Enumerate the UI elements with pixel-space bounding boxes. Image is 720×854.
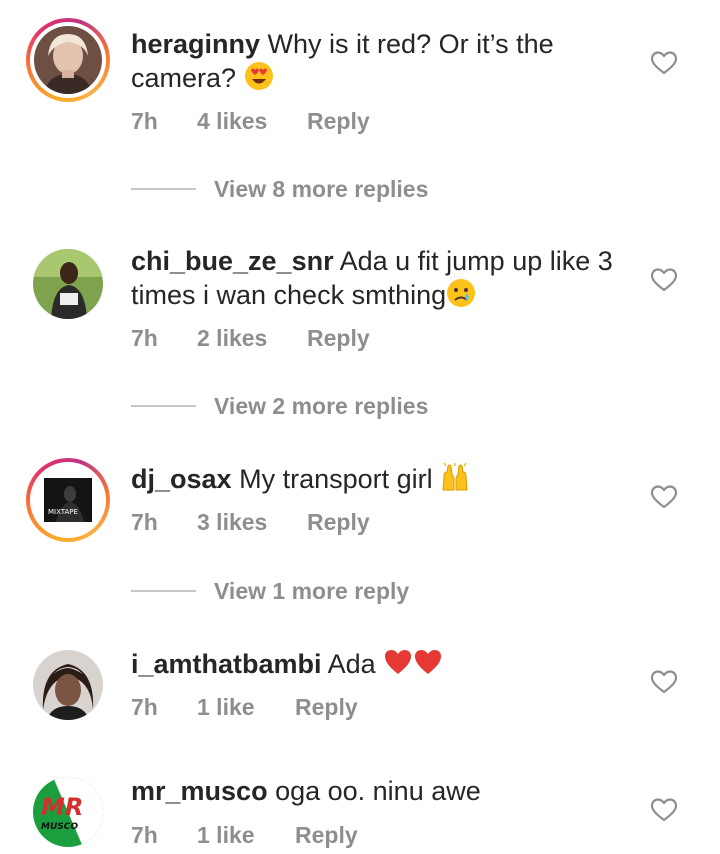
comment-time: 7h xyxy=(131,108,158,134)
comment-username[interactable]: dj_osax xyxy=(131,464,232,494)
comment-body: oga oo. ninu awe xyxy=(275,776,481,806)
heart-outline-icon[interactable] xyxy=(651,485,677,509)
avatar-image xyxy=(33,650,103,720)
comment-meta: 7h 4 likes Reply xyxy=(131,108,370,135)
likes-count[interactable]: 1 like xyxy=(197,822,295,849)
avatar-image xyxy=(33,249,103,319)
heart-outline-icon[interactable] xyxy=(651,670,677,694)
avatar[interactable]: MR MUSCO xyxy=(26,770,110,854)
comment-meta: 7h 3 likes Reply xyxy=(131,509,370,536)
red-heart-emoji xyxy=(413,647,443,677)
comment-meta: 7h 2 likes Reply xyxy=(131,325,370,352)
comment-text: dj_osax My transport girl xyxy=(131,462,631,496)
avatar[interactable] xyxy=(26,18,110,102)
divider-line xyxy=(131,188,196,190)
comment-body: My transport girl xyxy=(239,464,433,494)
comment-text: i_amthatbambi Ada xyxy=(131,647,631,681)
avatar-label: MIXTAPE xyxy=(48,508,78,516)
avatar[interactable] xyxy=(26,643,110,727)
comment-text: heraginny Why is it red? Or it’s the cam… xyxy=(131,28,631,95)
reply-button[interactable]: Reply xyxy=(307,108,370,135)
comment-meta: 7h 1 like Reply xyxy=(131,694,358,721)
view-more-label[interactable]: View 1 more reply xyxy=(214,578,409,605)
comment-username[interactable]: chi_bue_ze_snr xyxy=(131,246,334,276)
comment-meta: 7h 1 like Reply xyxy=(131,822,358,849)
likes-count[interactable]: 3 likes xyxy=(197,509,307,536)
crying-face-emoji xyxy=(446,278,476,308)
heart-outline-icon[interactable] xyxy=(651,268,677,292)
heart-outline-icon[interactable] xyxy=(651,798,677,822)
view-more-label[interactable]: View 8 more replies xyxy=(214,176,428,203)
reply-button[interactable]: Reply xyxy=(307,509,370,536)
raising-hands-emoji xyxy=(440,462,470,492)
avatar-sublabel: MUSCO xyxy=(41,822,78,832)
avatar-image xyxy=(34,26,102,94)
avatar[interactable]: MIXTAPE xyxy=(26,458,110,542)
comment-text: chi_bue_ze_snr Ada u fit jump up like 3 … xyxy=(131,245,631,312)
view-more-replies[interactable]: View 2 more replies xyxy=(131,391,428,421)
comment-time: 7h xyxy=(131,325,158,351)
likes-count[interactable]: 4 likes xyxy=(197,108,307,135)
comment-time: 7h xyxy=(131,822,158,848)
reply-button[interactable]: Reply xyxy=(295,822,358,849)
comment-time: 7h xyxy=(131,509,158,535)
comment-username[interactable]: i_amthatbambi xyxy=(131,649,322,679)
avatar-label: MR xyxy=(41,793,83,821)
comment-body: Ada xyxy=(327,649,376,679)
divider-line xyxy=(131,405,196,407)
comment-text: mr_musco oga oo. ninu awe xyxy=(131,775,631,808)
view-more-replies[interactable]: View 8 more replies xyxy=(131,174,428,204)
reply-button[interactable]: Reply xyxy=(307,325,370,352)
likes-count[interactable]: 2 likes xyxy=(197,325,307,352)
likes-count[interactable]: 1 like xyxy=(197,694,295,721)
divider-line xyxy=(131,590,196,592)
reply-button[interactable]: Reply xyxy=(295,694,358,721)
view-more-replies[interactable]: View 1 more reply xyxy=(131,576,409,606)
view-more-label[interactable]: View 2 more replies xyxy=(214,393,428,420)
avatar[interactable] xyxy=(26,242,110,326)
comment-username[interactable]: mr_musco xyxy=(131,776,268,806)
comment-time: 7h xyxy=(131,694,158,720)
avatar-image: MIXTAPE xyxy=(34,466,102,534)
heart-eyes-emoji xyxy=(244,61,274,91)
heart-outline-icon[interactable] xyxy=(651,51,677,75)
avatar-image: MR MUSCO xyxy=(33,777,103,847)
comment-username[interactable]: heraginny xyxy=(131,29,260,59)
red-heart-emoji xyxy=(383,647,413,677)
